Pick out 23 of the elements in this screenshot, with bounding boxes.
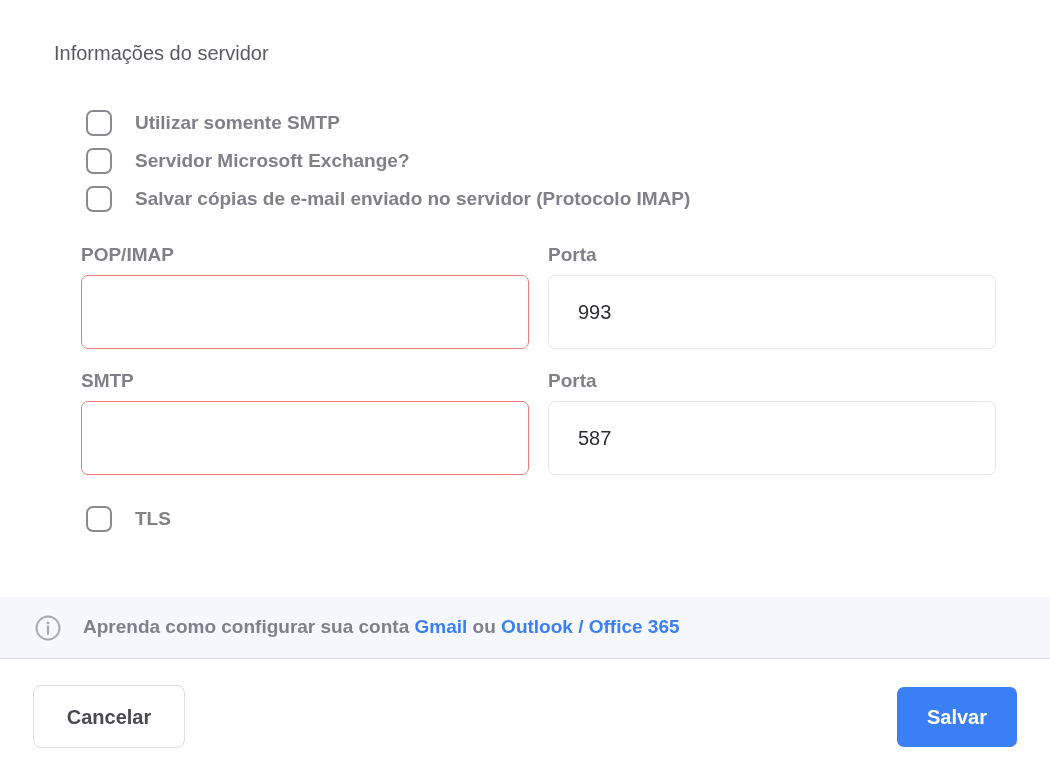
input-field[interactable]: 993 <box>548 275 996 349</box>
field-label: Porta <box>548 243 598 267</box>
checkbox[interactable] <box>86 506 112 532</box>
input-field[interactable] <box>81 275 529 349</box>
checkbox-label: TLS <box>135 506 171 531</box>
checkbox[interactable] <box>86 148 112 174</box>
cancel-button[interactable]: Cancelar <box>33 685 185 748</box>
help-text: Aprenda como configurar sua conta Gmail ou Outlook / Office 365 <box>83 615 680 640</box>
input-field[interactable] <box>81 401 529 475</box>
checkbox-label: Servidor Microsoft Exchange? <box>135 148 410 173</box>
help-link[interactable]: Outlook / Office 365 <box>501 616 680 638</box>
section-title: Informações do servidor <box>54 41 270 66</box>
save-button[interactable]: Salvar <box>897 686 1017 747</box>
field-label: SMTP <box>81 369 135 393</box>
checkbox-label: Salvar cópias de e-mail enviado no servidor (Protocolo IMAP) <box>135 186 691 211</box>
checkbox[interactable] <box>86 110 112 136</box>
info-icon <box>35 614 61 641</box>
field-label: POP/IMAP <box>81 243 175 267</box>
field-label: Porta <box>548 369 598 393</box>
checkbox[interactable] <box>86 186 112 212</box>
input-field[interactable]: 587 <box>548 401 996 475</box>
help-link[interactable]: Gmail <box>414 616 468 638</box>
checkbox-label: Utilizar somente SMTP <box>135 110 340 135</box>
